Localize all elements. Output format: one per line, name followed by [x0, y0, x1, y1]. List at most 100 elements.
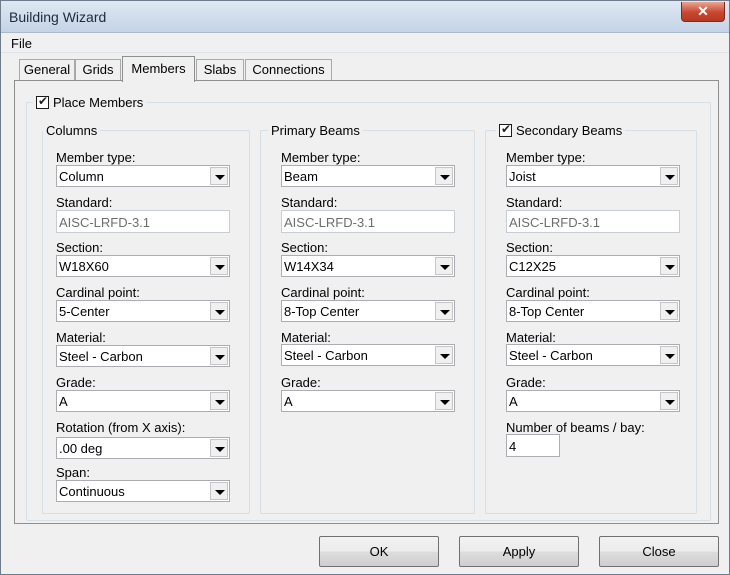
- columns-cardinal-value: 5-Center: [59, 304, 110, 319]
- chevron-down-icon[interactable]: [210, 257, 228, 275]
- primary-member-type-select[interactable]: Beam: [281, 165, 455, 187]
- primary-cardinal-select[interactable]: 8-Top Center: [281, 300, 455, 322]
- place-members-check-icon[interactable]: [36, 94, 49, 109]
- apply-button[interactable]: Apply: [459, 536, 579, 567]
- chevron-down-icon[interactable]: [210, 302, 228, 320]
- columns-standard-label: Standard:: [56, 195, 113, 210]
- chevron-down-icon[interactable]: [660, 167, 678, 185]
- menu-file[interactable]: File: [11, 36, 32, 51]
- columns-span-label: Span:: [56, 465, 90, 480]
- primary-beams-title: Primary Beams: [268, 123, 363, 138]
- chevron-down-icon[interactable]: [435, 257, 453, 275]
- secondary-grade-value: A: [509, 394, 518, 409]
- chevron-down-icon[interactable]: [210, 392, 228, 410]
- chevron-down-icon[interactable]: [660, 302, 678, 320]
- columns-standard-field: AISC-LRFD-3.1: [56, 210, 230, 233]
- chevron-down-icon[interactable]: [210, 439, 228, 457]
- chevron-down-icon[interactable]: [660, 346, 678, 364]
- secondary-material-value: Steel - Carbon: [509, 348, 593, 363]
- chevron-down-icon[interactable]: [435, 392, 453, 410]
- chevron-down-icon[interactable]: [435, 167, 453, 185]
- secondary-member-type-select[interactable]: Joist: [506, 165, 680, 187]
- secondary-cardinal-label: Cardinal point:: [506, 285, 590, 300]
- close-icon: ✕: [697, 3, 709, 19]
- apply-button-label: Apply: [502, 544, 536, 559]
- tab-slabs-label: Slabs: [203, 62, 237, 77]
- chevron-down-icon[interactable]: [210, 347, 228, 365]
- primary-section-label: Section:: [281, 240, 328, 255]
- columns-section-label: Section:: [56, 240, 103, 255]
- primary-section-value: W14X34: [284, 259, 334, 274]
- primary-section-select[interactable]: W14X34: [281, 255, 455, 277]
- chevron-down-icon[interactable]: [435, 346, 453, 364]
- tab-connections[interactable]: Connections: [245, 59, 332, 81]
- tab-general[interactable]: General: [19, 59, 75, 81]
- columns-standard-value: AISC-LRFD-3.1: [59, 215, 151, 230]
- columns-rotation-label: Rotation (from X axis):: [56, 420, 186, 435]
- tab-grids[interactable]: Grids: [75, 59, 121, 81]
- primary-material-select[interactable]: Steel - Carbon: [281, 344, 455, 366]
- columns-grade-label: Grade:: [56, 375, 96, 390]
- chevron-down-icon[interactable]: [660, 257, 678, 275]
- columns-span-select[interactable]: Continuous: [56, 480, 230, 502]
- tab-members-label: Members: [131, 61, 186, 76]
- primary-member-type-value: Beam: [284, 169, 318, 184]
- columns-title: Columns: [43, 123, 101, 138]
- columns-rotation-select[interactable]: .00 deg: [56, 437, 230, 459]
- tab-grids-label: Grids: [82, 62, 114, 77]
- columns-material-label: Material:: [56, 330, 106, 345]
- beams-per-bay-value: 4: [509, 439, 517, 454]
- secondary-cardinal-select[interactable]: 8-Top Center: [506, 300, 680, 322]
- members-tab-panel: Place Members Columns Member type: Colum…: [14, 80, 719, 524]
- close-button[interactable]: Close: [599, 536, 719, 567]
- secondary-beams-check-icon[interactable]: [499, 122, 512, 137]
- beams-per-bay-label: Number of beams / bay:: [506, 420, 645, 435]
- columns-grade-value: A: [59, 394, 68, 409]
- secondary-grade-select[interactable]: A: [506, 390, 680, 412]
- secondary-section-select[interactable]: C12X25: [506, 255, 680, 277]
- columns-span-value: Continuous: [59, 484, 125, 499]
- primary-member-type-label: Member type:: [281, 150, 361, 165]
- secondary-material-select[interactable]: Steel - Carbon: [506, 344, 680, 366]
- primary-grade-value: A: [284, 394, 293, 409]
- secondary-grade-label: Grade:: [506, 375, 546, 390]
- tab-slabs[interactable]: Slabs: [196, 59, 244, 81]
- columns-rotation-value: .00 deg: [59, 441, 103, 456]
- columns-section-select[interactable]: W18X60: [56, 255, 230, 277]
- primary-standard-value: AISC-LRFD-3.1: [284, 215, 376, 230]
- primary-standard-label: Standard:: [281, 195, 338, 210]
- columns-grade-select[interactable]: A: [56, 390, 230, 412]
- columns-member-type-value: Column: [59, 169, 104, 184]
- primary-grade-select[interactable]: A: [281, 390, 455, 412]
- secondary-standard-label: Standard:: [506, 195, 563, 210]
- primary-standard-field: AISC-LRFD-3.1: [281, 210, 455, 233]
- chevron-down-icon[interactable]: [210, 167, 228, 185]
- beams-per-bay-input[interactable]: 4: [506, 434, 560, 457]
- columns-cardinal-select[interactable]: 5-Center: [56, 300, 230, 322]
- window-title: Building Wizard: [9, 9, 107, 25]
- secondary-member-type-value: Joist: [509, 169, 536, 184]
- chevron-down-icon[interactable]: [660, 392, 678, 410]
- primary-grade-label: Grade:: [281, 375, 321, 390]
- chevron-down-icon[interactable]: [210, 482, 228, 500]
- secondary-section-value: C12X25: [509, 259, 556, 274]
- columns-member-type-select[interactable]: Column: [56, 165, 230, 187]
- secondary-standard-field: AISC-LRFD-3.1: [506, 210, 680, 233]
- chevron-down-icon[interactable]: [435, 302, 453, 320]
- columns-material-value: Steel - Carbon: [59, 349, 143, 364]
- ok-button[interactable]: OK: [319, 536, 439, 567]
- secondary-section-label: Section:: [506, 240, 553, 255]
- columns-section-value: W18X60: [59, 259, 109, 274]
- title-bar[interactable]: Building Wizard ✕: [1, 1, 729, 33]
- close-window-button[interactable]: ✕: [681, 2, 725, 22]
- secondary-beams-checkbox[interactable]: Secondary Beams: [496, 122, 626, 138]
- secondary-material-label: Material:: [506, 330, 556, 345]
- place-members-label: Place Members: [53, 95, 144, 110]
- secondary-standard-value: AISC-LRFD-3.1: [509, 215, 601, 230]
- columns-material-select[interactable]: Steel - Carbon: [56, 345, 230, 367]
- place-members-checkbox[interactable]: Place Members: [33, 94, 147, 110]
- secondary-cardinal-value: 8-Top Center: [509, 304, 585, 319]
- tab-members[interactable]: Members: [122, 56, 195, 82]
- place-members-group: Place Members Columns Member type: Colum…: [26, 94, 711, 521]
- primary-cardinal-value: 8-Top Center: [284, 304, 360, 319]
